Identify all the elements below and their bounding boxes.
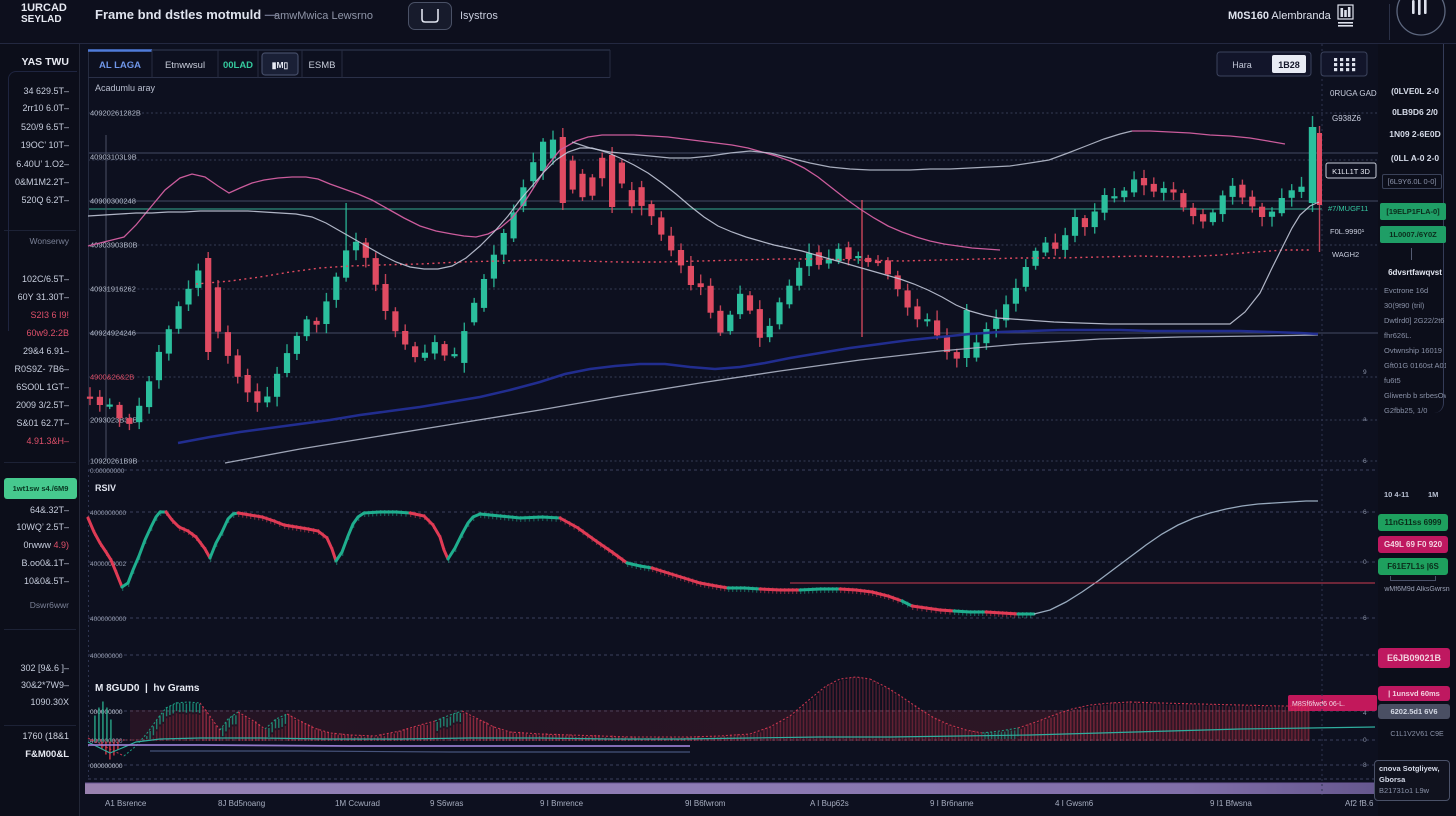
svg-text:1M Ccwurad: 1M Ccwurad xyxy=(335,799,380,808)
svg-text:G938Z6: G938Z6 xyxy=(1332,114,1361,123)
svg-text:M8Sf6fwd6 06-L.: M8Sf6fwd6 06-L. xyxy=(1292,701,1345,708)
svg-text:0.00000000: 0.00000000 xyxy=(90,468,125,475)
svg-text:6: 6 xyxy=(1363,458,1367,465)
svg-text:0: 0 xyxy=(1363,737,1367,744)
svg-text:K1LL1T 3D: K1LL1T 3D xyxy=(1332,167,1370,176)
svg-text:9 I Bmrence: 9 I Bmrence xyxy=(540,799,584,808)
svg-text:A I Bup62s: A I Bup62s xyxy=(810,799,849,808)
svg-text:0: 0 xyxy=(1363,559,1367,566)
svg-text:Acadumlu aray: Acadumlu aray xyxy=(95,83,156,93)
svg-text:4000000002: 4000000002 xyxy=(90,561,127,568)
svg-text:6: 6 xyxy=(1363,509,1367,516)
svg-text:4: 4 xyxy=(1363,710,1367,717)
svg-text:40920261282B: 40920261282B xyxy=(90,109,141,118)
svg-text:6: 6 xyxy=(1363,615,1367,622)
svg-text:1B28: 1B28 xyxy=(1278,60,1300,70)
svg-text:9 I1 Bfwsna: 9 I1 Bfwsna xyxy=(1210,799,1252,808)
svg-text:4000000000: 4000000000 xyxy=(90,616,127,623)
svg-text:40900300248: 40900300248 xyxy=(90,197,136,206)
svg-text:RSIV: RSIV xyxy=(95,483,116,493)
svg-text:000000000: 000000000 xyxy=(90,763,123,770)
svg-text:4000000000: 4000000000 xyxy=(90,510,127,517)
svg-text:40903903B0B: 40903903B0B xyxy=(90,241,138,250)
svg-text:Af2 fB.6: Af2 fB.6 xyxy=(1345,799,1374,808)
svg-text:10920261B9B: 10920261B9B xyxy=(90,457,138,466)
svg-text:8J Bd5noang: 8J Bd5noang xyxy=(218,799,265,808)
svg-text:▮M▯: ▮M▯ xyxy=(272,60,289,70)
svg-text:ESMB: ESMB xyxy=(309,60,336,71)
svg-text:Hara: Hara xyxy=(1232,60,1252,70)
svg-text:9 S6wras: 9 S6wras xyxy=(430,799,463,808)
svg-text:00LAD: 00LAD xyxy=(223,60,253,71)
svg-text:9 I Br6name: 9 I Br6name xyxy=(930,799,974,808)
svg-text:40924924246: 40924924246 xyxy=(90,329,136,338)
svg-text:A1 Bsrence: A1 Bsrence xyxy=(105,799,147,808)
svg-text:9I B6fwrom: 9I B6fwrom xyxy=(685,799,726,808)
svg-text:9: 9 xyxy=(1363,369,1367,376)
svg-text:4 I Gwsm6: 4 I Gwsm6 xyxy=(1055,799,1094,808)
svg-text:40931916262: 40931916262 xyxy=(90,285,136,294)
svg-text:AL LAGA: AL LAGA xyxy=(99,60,141,71)
svg-text:M 8GUD0 | hv Grams: M 8GUD0 | hv Grams xyxy=(95,683,200,694)
svg-text:40903103L9B: 40903103L9B xyxy=(90,153,137,162)
svg-text:Etnwwsul: Etnwwsul xyxy=(165,60,205,71)
svg-text:4900&26&2B: 4900&26&2B xyxy=(90,373,134,382)
svg-text:400000000: 400000000 xyxy=(90,653,123,660)
svg-text:0RUGA GAD: 0RUGA GAD xyxy=(1330,89,1377,98)
svg-text:F0L.9990¹: F0L.9990¹ xyxy=(1330,227,1365,236)
svg-text:8: 8 xyxy=(1363,762,1367,769)
svg-text:#7/MUGF11: #7/MUGF11 xyxy=(1328,204,1368,213)
svg-text:a: a xyxy=(1363,416,1367,423)
svg-text:WAGH2: WAGH2 xyxy=(1332,250,1359,259)
